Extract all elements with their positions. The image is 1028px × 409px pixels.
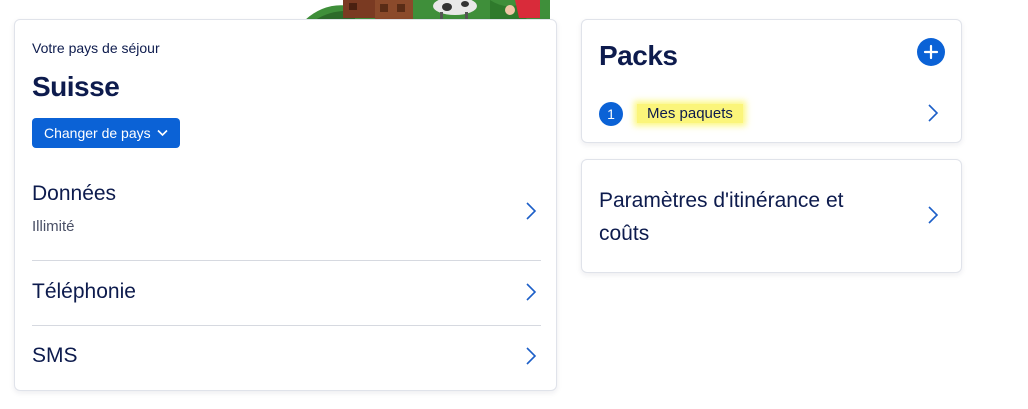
change-country-label: Changer de pays <box>44 125 151 141</box>
roaming-settings-title: Paramètres d'itinérance et coûts <box>599 189 844 245</box>
change-country-button[interactable]: Changer de pays <box>32 118 180 148</box>
row-data-subtitle: Illimité <box>32 218 75 235</box>
pack-count-badge: 1 <box>599 102 623 126</box>
chevron-right-icon <box>526 202 537 220</box>
chevron-right-icon <box>928 206 939 224</box>
country-name: Suisse <box>32 71 120 102</box>
country-label: Votre pays de séjour <box>32 40 160 56</box>
row-data[interactable]: Données Illimité <box>32 182 541 252</box>
row-data-title: Données <box>32 182 117 205</box>
row-sms[interactable]: SMS <box>32 344 541 384</box>
plus-icon <box>923 44 939 60</box>
add-pack-button[interactable] <box>917 38 945 66</box>
roaming-settings-card[interactable]: Paramètres d'itinérance et coûts <box>581 159 962 273</box>
chevron-right-icon <box>526 347 537 365</box>
divider <box>32 325 541 326</box>
row-telephony-title: Téléphonie <box>32 280 136 303</box>
divider <box>32 260 541 261</box>
chevron-down-icon <box>157 129 168 137</box>
packs-card: Packs 1 Mes paquets <box>581 19 962 143</box>
chevron-right-icon[interactable] <box>927 103 939 123</box>
packs-title: Packs <box>599 40 678 71</box>
my-packs-link[interactable]: Mes paquets <box>637 104 743 123</box>
chevron-right-icon <box>526 283 537 301</box>
country-card: Votre pays de séjour Suisse Changer de p… <box>14 19 557 391</box>
row-telephony[interactable]: Téléphonie <box>32 280 541 320</box>
row-sms-title: SMS <box>32 344 78 367</box>
header-illustration <box>305 0 550 20</box>
